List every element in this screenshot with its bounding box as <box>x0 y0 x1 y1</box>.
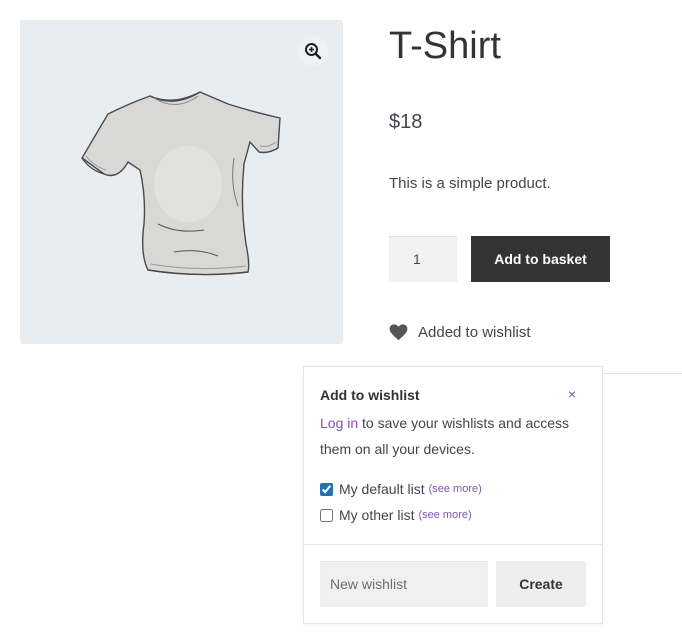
see-more-link[interactable]: (see more) <box>418 509 471 521</box>
list-label: My other list <box>339 507 415 523</box>
wishlist-option-default[interactable]: My default list (see more) <box>320 481 482 497</box>
product-price: $18 <box>389 111 423 133</box>
default-list-checkbox[interactable] <box>320 482 333 496</box>
list-label: My default list <box>339 481 425 497</box>
login-prompt-text: to save your wishlists and access them o… <box>320 415 570 457</box>
login-link[interactable]: Log in <box>320 415 358 431</box>
wishlist-toggle[interactable]: Added to wishlist <box>389 324 531 341</box>
product-image-gallery <box>20 20 343 344</box>
new-wishlist-input[interactable] <box>320 561 488 607</box>
login-prompt: Log in to save your wishlists and access… <box>320 410 592 462</box>
heart-icon <box>389 324 408 341</box>
popup-title: Add to wishlist <box>320 387 420 403</box>
product-title: T-Shirt <box>389 25 501 67</box>
wishlist-popup: Add to wishlist × Log in to save your wi… <box>303 366 603 624</box>
close-button[interactable]: × <box>568 386 576 402</box>
divider <box>603 373 682 374</box>
magnifier-plus-icon <box>305 43 322 60</box>
tshirt-image <box>81 91 281 276</box>
create-wishlist-button[interactable]: Create <box>496 561 586 607</box>
zoom-button[interactable] <box>298 36 328 66</box>
product-description: This is a simple product. <box>389 175 551 192</box>
see-more-link[interactable]: (see more) <box>429 483 482 495</box>
wishlist-status-text: Added to wishlist <box>418 324 531 341</box>
quantity-input[interactable] <box>389 236 457 282</box>
other-list-checkbox[interactable] <box>320 508 333 522</box>
popup-divider <box>304 544 602 545</box>
add-to-basket-button[interactable]: Add to basket <box>471 236 610 282</box>
wishlist-option-other[interactable]: My other list (see more) <box>320 507 472 523</box>
